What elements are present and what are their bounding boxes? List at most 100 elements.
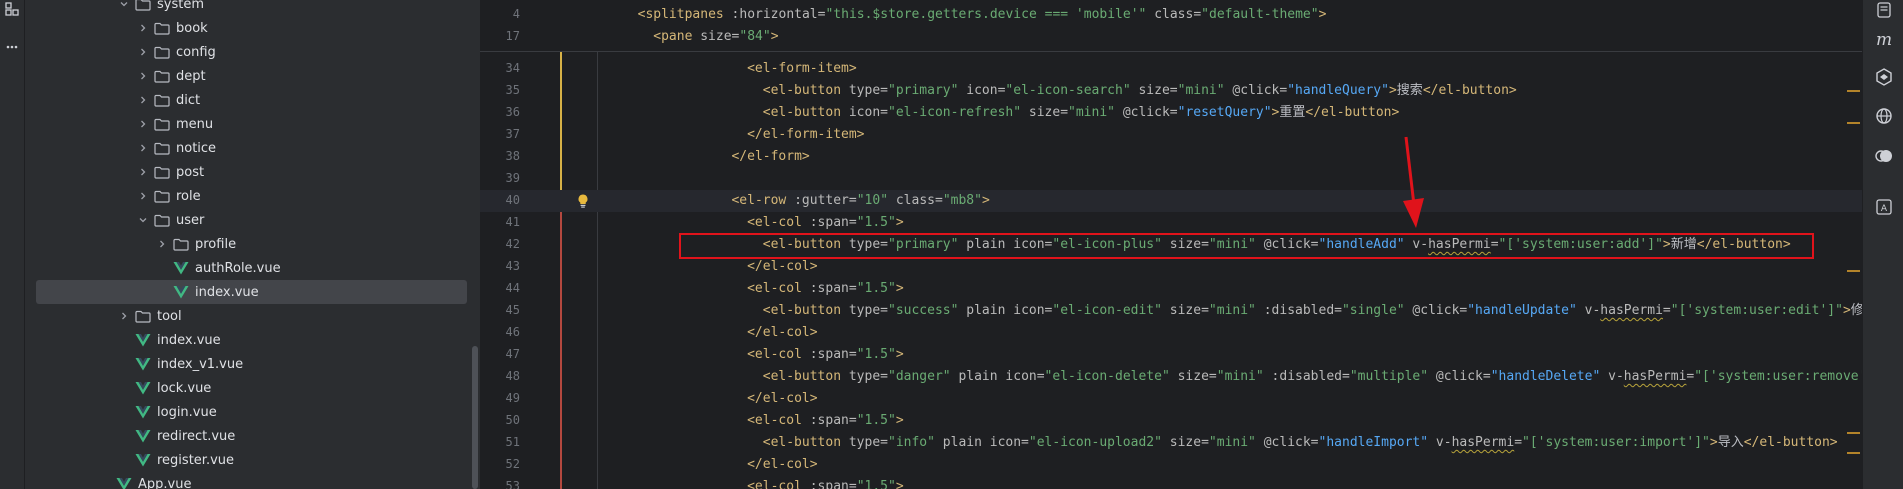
- code-token: "mb8": [942, 193, 982, 208]
- database-icon[interactable]: [1874, 147, 1894, 167]
- tree-folder[interactable]: tool: [25, 304, 465, 328]
- tree-folder[interactable]: post: [25, 160, 465, 184]
- code-token: class=: [1146, 7, 1202, 22]
- chevron-down-icon[interactable]: [135, 212, 151, 228]
- folder-icon: [154, 118, 170, 131]
- code-line[interactable]: <el-row :gutter="10" class="mb8">: [731, 190, 989, 212]
- structure-icon[interactable]: [3, 2, 21, 18]
- line-number: 34: [505, 61, 520, 75]
- code-token: >: [895, 347, 904, 362]
- more-icon[interactable]: [3, 40, 21, 56]
- chevron-right-icon[interactable]: [135, 68, 151, 84]
- code-line[interactable]: <el-col :span="1.5">: [747, 278, 904, 300]
- line-number: 4: [512, 7, 520, 21]
- line-number: 17: [505, 29, 520, 43]
- folder-icon: [135, 310, 151, 323]
- code-line[interactable]: <el-col :span="1.5">: [747, 212, 904, 234]
- code-token: <el-col: [747, 281, 802, 296]
- chevron-right-icon[interactable]: [135, 164, 151, 180]
- tree-folder[interactable]: book: [25, 16, 465, 40]
- code-line[interactable]: <el-col :span="1.5">: [747, 476, 904, 489]
- code-line[interactable]: <el-col :span="1.5">: [747, 410, 904, 432]
- tree-file[interactable]: login.vue: [25, 400, 465, 424]
- code-line[interactable]: </el-col>: [747, 388, 817, 410]
- text-icon[interactable]: A: [1874, 198, 1894, 218]
- tree-item-label: redirect.vue: [157, 428, 236, 444]
- code-line[interactable]: </el-form>: [731, 146, 809, 168]
- code-token: v-: [1428, 435, 1452, 450]
- vue-file-icon: [116, 477, 132, 489]
- folder-icon: [154, 46, 170, 59]
- code-line[interactable]: <el-button type="primary" icon="el-icon-…: [763, 80, 1517, 102]
- code-line[interactable]: </el-form-item>: [747, 124, 864, 146]
- code-token: :span=: [801, 413, 857, 428]
- indent-guide: [597, 0, 598, 489]
- tree-file[interactable]: lock.vue: [25, 376, 465, 400]
- lightbulb-icon[interactable]: [575, 193, 591, 209]
- code-line[interactable]: </el-col>: [747, 322, 817, 344]
- code-line[interactable]: <el-button type="success" plain icon="el…: [763, 300, 1862, 322]
- sticky-header[interactable]: 4 <splitpanes :horizontal="this.$store.ge…: [480, 0, 1862, 52]
- chevron-right-icon[interactable]: [154, 236, 170, 252]
- chevron-right-icon[interactable]: [135, 116, 151, 132]
- chevron-down-icon[interactable]: [116, 0, 132, 12]
- code-token: <el-button: [762, 435, 842, 450]
- code-token: >: [895, 281, 904, 296]
- code-token: "mini": [1068, 105, 1115, 120]
- warning-marker[interactable]: [1847, 90, 1860, 92]
- code-token: =: [1662, 303, 1671, 318]
- folder-icon: [154, 190, 170, 203]
- tree-folder[interactable]: dict: [25, 88, 465, 112]
- tree-folder[interactable]: user: [25, 208, 465, 232]
- plugin-icon[interactable]: [1874, 68, 1894, 88]
- warning-marker[interactable]: [1847, 432, 1860, 434]
- tree-file[interactable]: register.vue: [25, 448, 465, 472]
- code-token: =: [1514, 435, 1523, 450]
- warning-marker[interactable]: [1847, 270, 1860, 272]
- tree-scrollbar[interactable]: [472, 346, 478, 489]
- warning-marker[interactable]: [1847, 452, 1860, 454]
- code-line[interactable]: </el-col>: [747, 256, 817, 278]
- tree-file[interactable]: index.vue: [36, 280, 467, 304]
- code-line[interactable]: <el-button type="info" plain icon="el-ic…: [763, 432, 1838, 454]
- warning-marker[interactable]: [1847, 122, 1860, 124]
- tree-file[interactable]: authRole.vue: [25, 256, 465, 280]
- tree-file[interactable]: index_v1.vue: [25, 352, 465, 376]
- code-line[interactable]: <splitpanes :horizontal="this.$store.get…: [638, 4, 1327, 26]
- vue-file-icon: [135, 429, 151, 443]
- chevron-right-icon[interactable]: [135, 20, 151, 36]
- code-token: >: [895, 413, 904, 428]
- code-token: "1.5": [856, 479, 896, 489]
- tree-folder[interactable]: dept: [25, 64, 465, 88]
- tree-folder[interactable]: menu: [25, 112, 465, 136]
- chevron-right-icon[interactable]: [135, 44, 151, 60]
- tree-folder[interactable]: profile: [25, 232, 465, 256]
- code-token: "primary": [888, 83, 959, 98]
- chevron-right-icon[interactable]: [135, 140, 151, 156]
- line-number: 45: [505, 303, 520, 317]
- tree-file[interactable]: index.vue: [25, 328, 465, 352]
- code-line[interactable]: <el-button type="danger" plain icon="el-…: [763, 366, 1862, 388]
- tree-folder[interactable]: config: [25, 40, 465, 64]
- code-line[interactable]: <el-form-item>: [747, 58, 857, 80]
- notifications-icon[interactable]: [1874, 2, 1894, 22]
- tree-folder[interactable]: role: [25, 184, 465, 208]
- chevron-right-icon[interactable]: [135, 188, 151, 204]
- line-number: 39: [505, 171, 520, 185]
- change-marker: [560, 52, 562, 202]
- web-icon[interactable]: [1874, 107, 1894, 127]
- error-stripe[interactable]: [1845, 0, 1862, 489]
- tree-folder[interactable]: notice: [25, 136, 465, 160]
- code-token: "mini": [1208, 303, 1256, 318]
- code-line[interactable]: <el-col :span="1.5">: [747, 344, 904, 366]
- tree-file[interactable]: App.vue: [25, 472, 465, 489]
- code-line[interactable]: </el-col>: [747, 454, 817, 476]
- chevron-right-icon[interactable]: [135, 92, 151, 108]
- vue-file-icon: [135, 405, 151, 419]
- tree-folder[interactable]: system: [25, 0, 465, 16]
- code-line[interactable]: <pane size="84">: [653, 26, 778, 48]
- code-line[interactable]: <el-button icon="el-icon-refresh" size="…: [763, 102, 1400, 124]
- tree-file[interactable]: redirect.vue: [25, 424, 465, 448]
- ai-assistant-icon[interactable]: m: [1874, 30, 1894, 50]
- chevron-right-icon[interactable]: [116, 308, 132, 324]
